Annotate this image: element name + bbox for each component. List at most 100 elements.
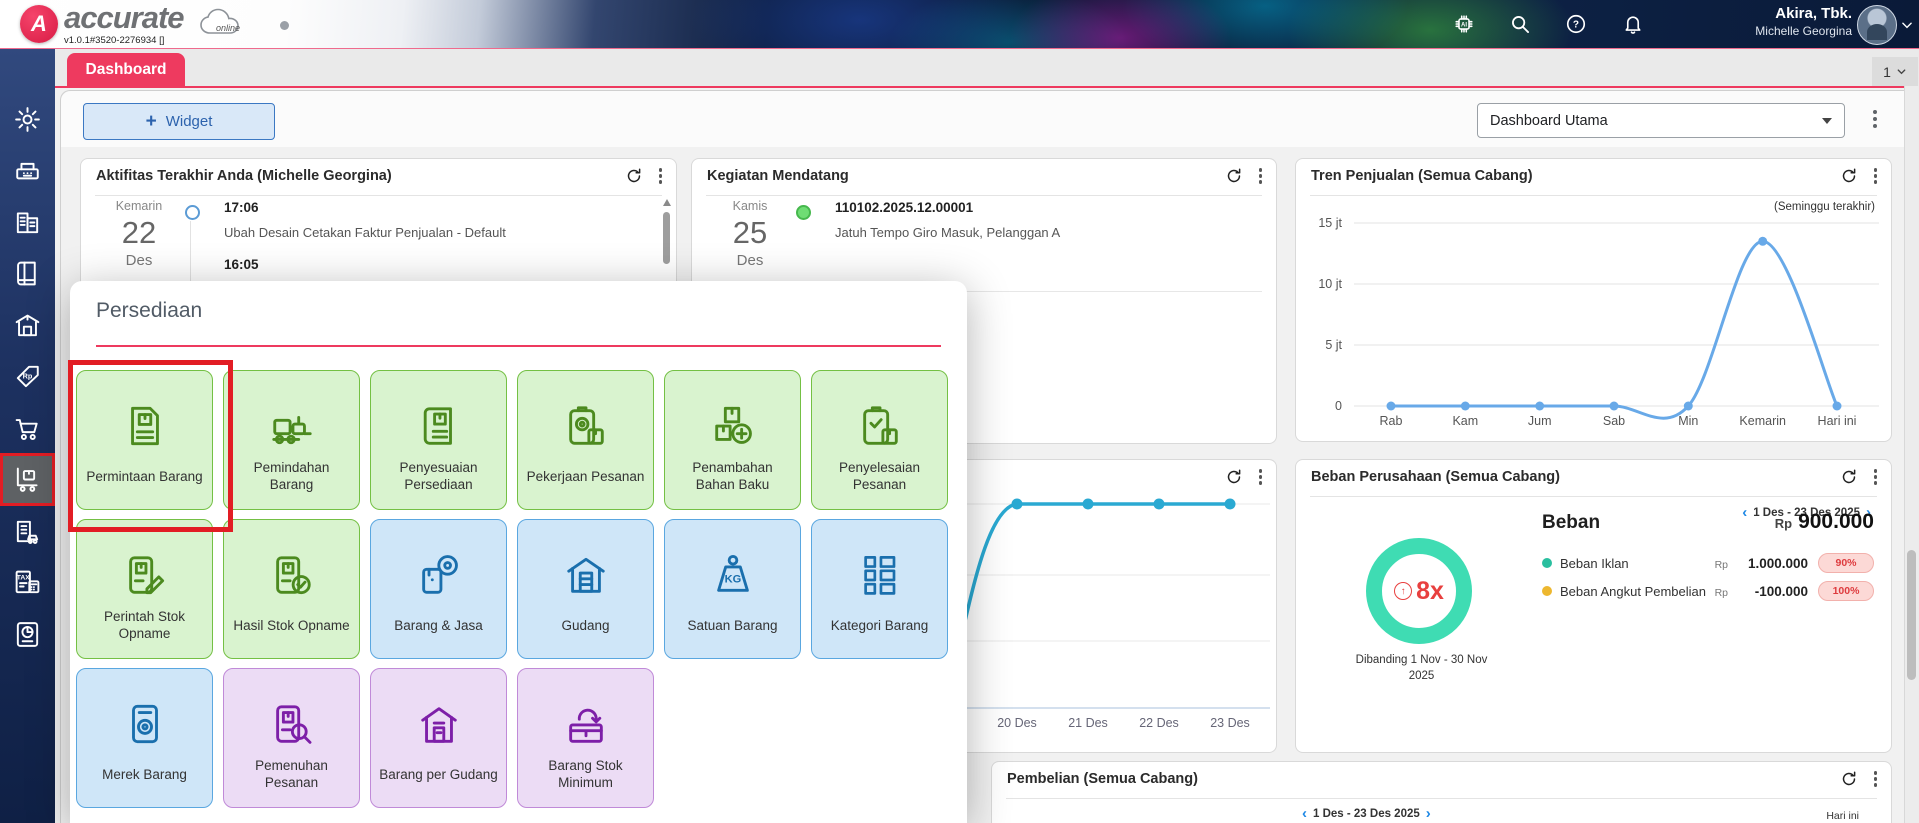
refresh-icon[interactable]: [1225, 167, 1243, 185]
search-icon[interactable]: [1509, 13, 1531, 35]
svg-text:TAX: TAX: [17, 574, 30, 581]
widget-title: Pembelian (Semua Cabang): [1007, 771, 1198, 787]
status-dot: [280, 21, 289, 30]
prev-arrow[interactable]: ‹: [1742, 505, 1747, 520]
currency: Rp: [1714, 586, 1728, 599]
sidebar-item-building-car[interactable]: [0, 507, 55, 555]
svg-text:23 Des: 23 Des: [1210, 716, 1250, 730]
more-options-icon[interactable]: [1257, 166, 1265, 186]
menu-tile-pekerjaan-pesanan[interactable]: Pekerjaan Pesanan: [517, 370, 654, 510]
refresh-icon[interactable]: [1840, 167, 1858, 185]
avatar[interactable]: [1857, 5, 1897, 45]
percent-badge: 90%: [1818, 553, 1874, 573]
date-month: Des: [736, 252, 764, 269]
popup-title-underline: [96, 345, 941, 347]
event-code[interactable]: 110102.2025.12.00001: [835, 200, 973, 215]
sidebar-item-book[interactable]: [0, 250, 55, 298]
menu-tile-merek-barang[interactable]: Merek Barang: [76, 668, 213, 808]
widget-title: Beban Perusahaan (Semua Cabang): [1311, 469, 1560, 485]
svg-text:Rab: Rab: [1380, 414, 1403, 428]
refresh-icon[interactable]: [1840, 770, 1858, 788]
top-header: A accurate online v1.0.1#3520-2276934 []…: [0, 0, 1919, 49]
menu-tile-barang-per-gudang[interactable]: Barang per Gudang: [370, 668, 507, 808]
svg-text:?: ?: [1573, 19, 1579, 30]
date-range-nav: ‹ 1 Des - 23 Des 2025 ›: [1302, 806, 1431, 821]
legend-dot: [1542, 558, 1552, 568]
accurate-logo-icon[interactable]: A: [20, 5, 58, 43]
prev-arrow[interactable]: ‹: [1302, 806, 1307, 821]
bell-icon[interactable]: [1622, 13, 1644, 35]
sidebar-item-buildings[interactable]: [0, 198, 55, 246]
refresh-icon[interactable]: [625, 167, 643, 185]
menu-tile-perintah-stok-opname[interactable]: Perintah Stok Opname: [76, 519, 213, 659]
sidebar-item-cart[interactable]: [0, 404, 55, 452]
chevron-down-icon: [1897, 69, 1906, 75]
box-gear-icon: [416, 520, 462, 598]
tile-label: Permintaan Barang: [86, 468, 203, 484]
more-options-icon[interactable]: [657, 166, 665, 186]
menu-tile-satuan-barang[interactable]: KG Satuan Barang: [664, 519, 801, 659]
sidebar-item-cash-register[interactable]: [0, 147, 55, 195]
widget-header: Kegiatan Mendatang: [692, 159, 1276, 195]
beban-row-label: Beban Iklan: [1560, 555, 1629, 571]
menu-tile-penyesuaian-persediaan[interactable]: Penyesuaian Persediaan: [370, 370, 507, 510]
menu-tile-permintaan-barang[interactable]: Permintaan Barang: [68, 360, 233, 532]
widget-beban-perusahaan: Beban Perusahaan (Semua Cabang) ‹ 1 Des …: [1295, 459, 1892, 753]
refresh-icon[interactable]: [1840, 468, 1858, 486]
chevron-down-icon[interactable]: [1900, 18, 1914, 32]
page-scroll-thumb[interactable]: [1907, 550, 1916, 680]
widget-header: Pembelian (Semua Cabang): [992, 762, 1891, 798]
axis-label-hari-ini: Hari ini: [1826, 810, 1859, 822]
tile-label: Perintah Stok Opname: [103, 609, 186, 641]
beban-total-amount: Rp 900.000: [1775, 510, 1874, 534]
next-arrow[interactable]: ›: [1426, 806, 1431, 821]
menu-tile-hasil-stok-opname[interactable]: Hasil Stok Opname: [223, 519, 360, 659]
widget-header: Tren Penjualan (Semua Cabang): [1296, 159, 1891, 195]
clipboard-gear-icon: [563, 371, 609, 449]
sidebar-item-trolley-box-active[interactable]: [0, 452, 55, 506]
persediaan-menu-popup: Persediaan Permintaan Barang Pemindahan B…: [68, 281, 967, 823]
user-block[interactable]: Akira, Tbk. Michelle Georgina: [1755, 5, 1852, 38]
tab-dashboard[interactable]: Dashboard: [67, 53, 185, 86]
dashboard-more-icon[interactable]: [1866, 108, 1884, 132]
beban-row-beban-angkut-pembelian: Beban Angkut Pembelian Rp -100.000 100%: [1542, 580, 1874, 602]
widget-button-label: Widget: [165, 113, 213, 130]
divider: [706, 195, 1262, 196]
event-desc[interactable]: Ubah Desain Cetakan Faktur Penjualan - D…: [224, 225, 506, 240]
page-scrollbar[interactable]: [1904, 86, 1919, 823]
sidebar-item-tax-doc[interactable]: TAX: [0, 559, 55, 607]
menu-tile-pemindahan-barang[interactable]: Pemindahan Barang: [223, 370, 360, 510]
more-options-icon[interactable]: [1872, 467, 1880, 487]
refresh-icon[interactable]: [1225, 468, 1243, 486]
menu-tile-barang-stok-minimum[interactable]: Barang Stok Minimum: [517, 668, 654, 808]
menu-tile-barang-jasa[interactable]: Barang & Jasa: [370, 519, 507, 659]
menu-tile-gudang[interactable]: Gudang: [517, 519, 654, 659]
grid-boxes-icon: [857, 520, 903, 598]
tile-label: Penambahan Bahan Baku: [692, 460, 773, 492]
version-text: v1.0.1#3520-2276934 []: [64, 35, 165, 46]
menu-tile-penyelesaian-pesanan[interactable]: Penyelesaian Pesanan: [811, 370, 948, 510]
scroll-up-arrow[interactable]: [662, 199, 671, 206]
dashboard-select[interactable]: Dashboard Utama: [1477, 103, 1845, 138]
logo-letter: A: [31, 11, 47, 36]
plus-icon: +: [145, 110, 157, 132]
menu-tile-pemenuhan-pesanan[interactable]: Pemenuhan Pesanan: [223, 668, 360, 808]
sidebar-item-bank-box[interactable]: [0, 301, 55, 349]
more-options-icon[interactable]: [1872, 166, 1880, 186]
more-options-icon[interactable]: [1872, 769, 1880, 789]
svg-text:22 Des: 22 Des: [1139, 716, 1179, 730]
menu-tile-penambahan-bahan-baku[interactable]: Penambahan Bahan Baku: [664, 370, 801, 510]
help-icon[interactable]: ?: [1565, 13, 1587, 35]
tile-label: Gudang: [561, 617, 610, 633]
sidebar-item-report-pie[interactable]: [0, 610, 55, 658]
more-options-icon[interactable]: [1257, 467, 1265, 487]
sidebar-item-price-tag-rp[interactable]: Rp: [0, 353, 55, 401]
ledger-box-icon: [416, 371, 462, 449]
menu-tile-kategori-barang[interactable]: Kategori Barang: [811, 519, 948, 659]
sidebar-item-gear[interactable]: [0, 95, 55, 143]
widget-title: Aktifitas Terakhir Anda (Michelle Georgi…: [96, 168, 392, 184]
scroll-thumb[interactable]: [663, 212, 670, 264]
ai-chip-icon[interactable]: AI: [1453, 13, 1475, 35]
tab-counter[interactable]: 1: [1872, 57, 1918, 86]
add-widget-button[interactable]: + Widget: [83, 103, 275, 140]
